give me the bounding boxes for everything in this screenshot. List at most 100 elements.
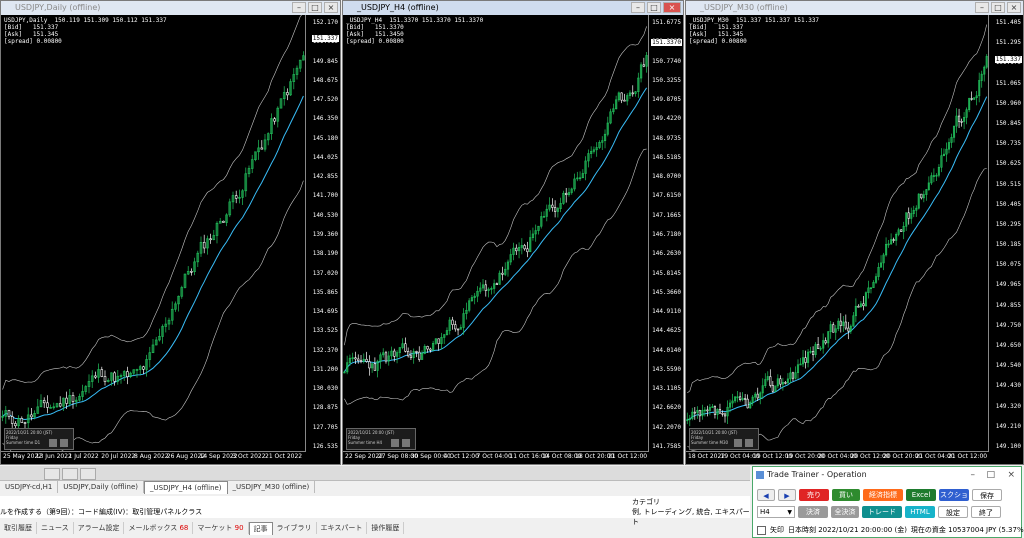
candle-body — [359, 360, 363, 362]
article-title[interactable]: ルを作成する（第9回）：コード編成(IV)：取引管理パネルクラス — [0, 507, 202, 517]
terminal-close-button[interactable] — [80, 468, 96, 480]
terminal-tab-label: アラーム設定 — [77, 524, 120, 532]
maximize-button[interactable]: □ — [647, 2, 661, 13]
terminal-tab[interactable]: 取引履歴 — [0, 522, 37, 534]
price-chart[interactable]: USDJPY,Daily 150.119 151.309 150.112 151… — [1, 15, 340, 464]
price-tick-label: 149.4220 — [652, 115, 681, 123]
terminal-titlebar — [0, 466, 750, 481]
terminal-tab[interactable]: 操作履歴 — [367, 522, 405, 534]
excel-button[interactable]: Excel — [906, 489, 936, 501]
time-axis[interactable]: 18 Oct 2022 19 Oct 04:00 19 Oct 12:00 19 Oc… — [686, 451, 989, 464]
price-tick-label: 149.750 — [995, 321, 1021, 329]
candle-body — [804, 357, 807, 363]
price-tick-label: 127.705 — [312, 423, 338, 431]
screenshot-button[interactable]: スクショ — [939, 489, 969, 501]
candlestick-plot[interactable] — [343, 15, 648, 451]
price-tick-label: 151.6775 — [652, 19, 681, 26]
mini-button[interactable] — [49, 439, 57, 447]
candle-body — [234, 195, 238, 199]
time-tick-label: 1 Jul 2022 — [68, 453, 99, 460]
html-button[interactable]: HTML — [905, 506, 935, 518]
price-tick-label: 149.210 — [995, 422, 1021, 430]
terminal-tab[interactable]: ニュース — [37, 522, 74, 534]
maximize-button[interactable]: □ — [308, 2, 322, 13]
price-axis[interactable]: 151.405151.295151.175151.065150.960150.8… — [988, 15, 1023, 452]
candle-body — [791, 372, 795, 379]
terminal-tab[interactable]: ライブラリ — [273, 522, 317, 534]
terminal-tab[interactable]: アラーム設定 — [74, 522, 125, 534]
mini-button[interactable] — [402, 439, 410, 447]
terminal-tab[interactable]: マーケット 90 — [193, 522, 249, 534]
chart-window-titlebar[interactable]: _USDJPY_M30 (offline) – □ × — [686, 1, 1023, 15]
mini-button[interactable] — [391, 439, 399, 447]
settings-button[interactable]: 設定 — [938, 506, 968, 518]
chart-window-h4[interactable]: _USDJPY_H4 (offline) – □ × _USDJPY_H4 15… — [342, 0, 684, 465]
close-button[interactable]: × — [663, 2, 681, 13]
buy-button[interactable]: 買い — [832, 489, 860, 501]
exit-button[interactable]: 終了 — [971, 506, 1001, 518]
chart-window-titlebar[interactable]: _USDJPY_H4 (offline) – □ × — [343, 1, 683, 15]
chart-window-titlebar[interactable]: USDJPY,Daily (offline) – □ × — [1, 1, 340, 15]
terminal-minimize-button[interactable] — [44, 468, 60, 480]
arrow-checkbox[interactable] — [757, 525, 766, 535]
status-balance: 現在の資金 10537004 JPY (5.37%) — [910, 526, 1024, 534]
chart-window-m30[interactable]: _USDJPY_M30 (offline) – □ × _USDJPY_M30 … — [685, 0, 1024, 465]
close-button[interactable]: × — [324, 2, 338, 13]
candlestick-plot[interactable] — [686, 15, 988, 451]
price-tick-label: 151.295 — [995, 39, 1021, 47]
candle-body — [409, 355, 413, 358]
time-tick-label: 20 Jul 2022 — [101, 453, 136, 460]
candle-body — [495, 283, 499, 286]
minimize-button[interactable]: – — [292, 2, 306, 13]
terminal-restore-button[interactable] — [62, 468, 78, 480]
settle-button[interactable]: 決済 — [798, 506, 828, 518]
economic-indicators-button[interactable]: 経済指標 — [863, 489, 903, 501]
mini-button[interactable] — [60, 439, 68, 447]
mini-button[interactable] — [745, 439, 753, 447]
article-row[interactable]: ルを作成する（第9回）：コード編成(IV)：取引管理パネルクラス カテゴリ 例,… — [0, 496, 750, 526]
price-axis[interactable]: 152.170 151.015 149.845 148.675 147.520 146.3… — [305, 15, 340, 452]
next-button[interactable]: ▶ — [778, 489, 796, 501]
minimize-icon[interactable]: – — [971, 467, 976, 483]
candle-body — [817, 344, 820, 349]
candlestick-plot[interactable] — [1, 15, 305, 451]
price-tick-label: 150.075 — [995, 261, 1021, 269]
close-icon[interactable]: × — [1007, 467, 1015, 483]
prev-button[interactable]: ◀ — [757, 489, 775, 501]
maximize-button[interactable]: □ — [991, 2, 1005, 13]
price-tick-label: 151.405 — [995, 19, 1021, 26]
chart-tab[interactable]: USDJPY-cd,H1 — [0, 481, 59, 493]
candle-body — [631, 92, 634, 95]
timeframe-select[interactable]: H4 ▼ — [757, 506, 795, 518]
maximize-icon[interactable]: □ — [986, 467, 995, 483]
candle-body — [14, 423, 17, 427]
close-button[interactable]: × — [1007, 2, 1021, 13]
price-chart[interactable]: _USDJPY_H4 151.3370 151.3370 151.3370 [B… — [343, 15, 683, 464]
candle-body — [384, 352, 388, 362]
time-axis[interactable]: 22 Sep 2022 27 Sep 08:00 30 Sep 00:00 4 Oct… — [343, 451, 649, 464]
panel-titlebar[interactable]: Trade Trainer - Operation – □ × — [753, 467, 1021, 483]
price-chart[interactable]: _USDJPY_M30 151.337 151.337 151.337 [Bid… — [686, 15, 1023, 464]
sell-button[interactable]: 売り — [799, 489, 829, 501]
chart-tab[interactable]: _USDJPY_M30 (offline) — [228, 481, 316, 493]
terminal-tab[interactable]: メールボックス 68 — [124, 522, 194, 534]
price-axis[interactable]: 151.6775151.2225150.7740150.3255149.8705… — [648, 15, 683, 452]
mini-button[interactable] — [734, 439, 742, 447]
chart-window-daily[interactable]: USDJPY,Daily (offline) – □ × USDJPY,Dail… — [0, 0, 341, 465]
minimize-button[interactable]: – — [631, 2, 645, 13]
chart-tab-active[interactable]: _USDJPY_H4 (offline) — [144, 481, 228, 494]
settle-all-button[interactable]: 全決済 — [831, 506, 859, 518]
chart-tab[interactable]: USDJPY,Daily (offline) — [58, 481, 145, 493]
candle-body — [357, 358, 360, 361]
save-button[interactable]: 保存 — [972, 489, 1002, 501]
price-tick-label: 146.7180 — [652, 231, 681, 238]
terminal-tab[interactable]: 記事 — [248, 522, 273, 535]
candle-body — [94, 375, 97, 378]
minimize-button[interactable]: – — [975, 2, 989, 13]
time-axis[interactable]: 25 May 2022 13 Jun 2022 1 Jul 2022 20 Jul 2… — [1, 451, 306, 464]
candle-body — [553, 207, 557, 212]
trade-button[interactable]: トレード — [862, 506, 902, 518]
price-tick-label: 143.5590 — [652, 365, 681, 373]
price-tick-label: 148.675 — [312, 76, 338, 84]
terminal-tab[interactable]: エキスパート — [317, 522, 368, 534]
